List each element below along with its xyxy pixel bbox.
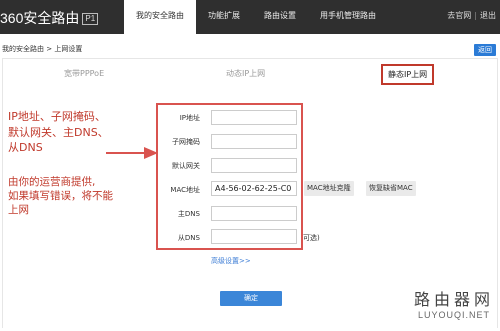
annotation-line: 由你的运营商提供, (8, 176, 96, 188)
main-nav: 我的安全路由 功能扩展 路由设置 用手机管理路由 (124, 0, 388, 34)
optional-hint: 可选) (303, 234, 320, 242)
confirm-button[interactable]: 确定 (220, 291, 282, 306)
annotation-isp-note: 由你的运营商提供, 如果填写错误，将不能 上网 (8, 175, 113, 217)
mac-address-input[interactable]: A4-56-02-62-25-C0 (211, 181, 297, 196)
annotation-line: 上网 (8, 204, 29, 216)
ip-address-label: IP地址 (179, 114, 200, 122)
watermark: 路由器网 LUYOUQI.NET (414, 286, 494, 320)
annotation-fields-note: IP地址、子网掩码、 默认网关、主DNS、 从DNS (8, 109, 109, 156)
primary-dns-input[interactable] (211, 206, 297, 221)
highlight-box (156, 103, 303, 250)
annotation-line: IP地址、子网掩码、 (8, 110, 106, 123)
subnet-mask-input[interactable] (211, 134, 297, 149)
tab-dhcp[interactable]: 动态IP上网 (226, 68, 265, 79)
breadcrumb: 我的安全路由 > 上网设置 (2, 45, 83, 53)
nav-mobile-manage[interactable]: 用手机管理路由 (308, 0, 388, 34)
secondary-dns-label: 从DNS (177, 234, 200, 242)
top-links: 去官网 | 退出 (447, 10, 496, 21)
ip-address-input[interactable] (211, 110, 297, 125)
back-button[interactable]: 返回 (474, 44, 496, 56)
advanced-settings-link[interactable]: 高级设置>> (211, 256, 251, 266)
gateway-label: 默认网关 (172, 162, 200, 170)
logo-text: 360安全路由 (0, 10, 80, 26)
gateway-input[interactable] (211, 158, 297, 173)
nav-router-settings[interactable]: 路由设置 (252, 0, 308, 34)
tab-pppoe[interactable]: 宽带PPPoE (64, 68, 104, 79)
annotation-line: 如果填写错误，将不能 (8, 190, 113, 202)
annotation-line: 从DNS (8, 141, 43, 154)
secondary-dns-input[interactable] (211, 229, 297, 244)
arrow-icon (106, 147, 158, 159)
tab-static-ip[interactable]: 静态IP上网 (381, 64, 435, 85)
nav-my-router[interactable]: 我的安全路由 (124, 0, 196, 34)
link-separator: | (474, 11, 477, 20)
logout-link[interactable]: 退出 (480, 11, 496, 20)
official-site-link[interactable]: 去官网 (447, 11, 471, 20)
top-bar: 360安全路由 P1 我的安全路由 功能扩展 路由设置 用手机管理路由 去官网 | 退… (0, 0, 500, 34)
nav-extensions[interactable]: 功能扩展 (196, 0, 252, 34)
subnet-mask-label: 子网掩码 (172, 138, 200, 146)
watermark-en: LUYOUQI.NET (417, 310, 490, 320)
restore-mac-button[interactable]: 恢复缺省MAC (366, 181, 416, 196)
logo[interactable]: 360安全路由 P1 (0, 8, 99, 28)
model-badge: P1 (82, 13, 99, 26)
primary-dns-label: 主DNS (177, 210, 200, 218)
annotation-line: 默认网关、主DNS、 (8, 125, 109, 139)
watermark-cn: 路由器网 (413, 290, 494, 309)
mac-address-label: MAC地址 (170, 186, 200, 194)
clone-mac-button[interactable]: MAC地址克隆 (304, 181, 354, 196)
